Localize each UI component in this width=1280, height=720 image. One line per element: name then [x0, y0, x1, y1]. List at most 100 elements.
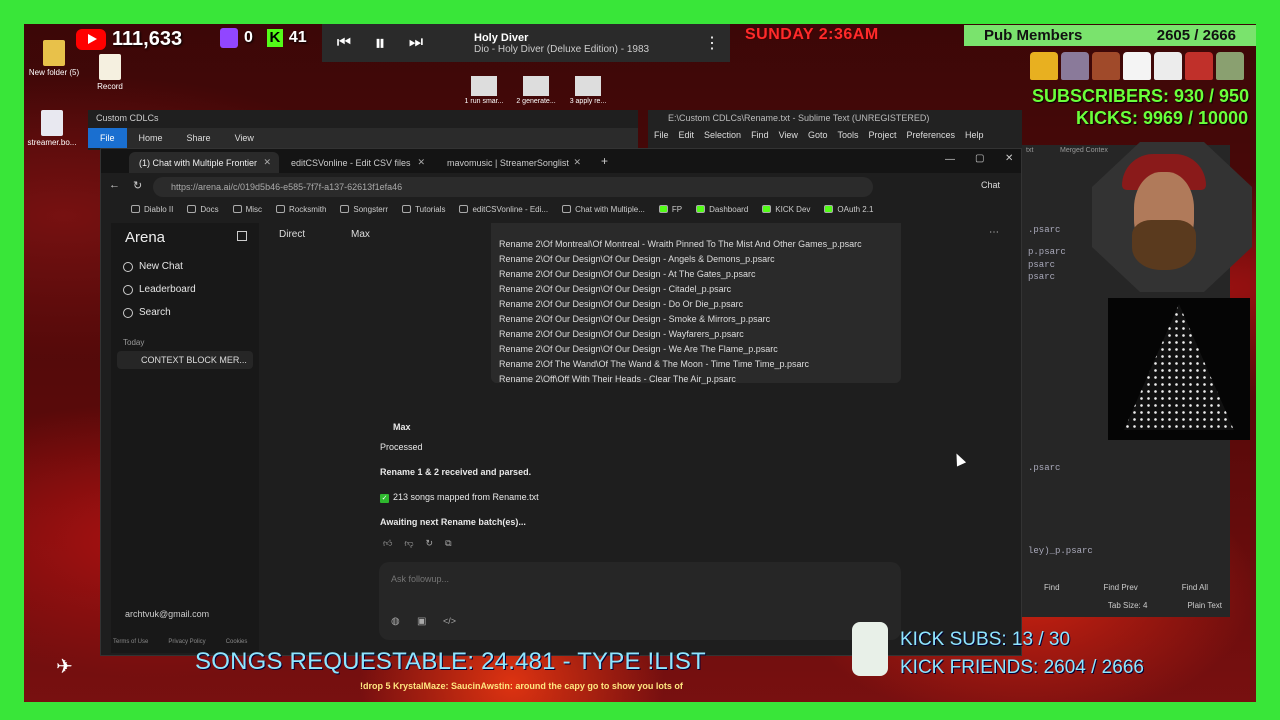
- sublime-tab[interactable]: txt: [1026, 147, 1033, 154]
- regenerate-icon[interactable]: ↻: [426, 538, 434, 549]
- back-icon[interactable]: ←: [109, 179, 120, 191]
- find-prev-button[interactable]: Find Prev: [1104, 583, 1138, 592]
- bookmark[interactable]: editCSVonline - Edi...: [459, 204, 548, 214]
- reply-text: ✓ 213 songs mapped from Rename.txt: [380, 492, 539, 503]
- ribbon-share[interactable]: Share: [175, 133, 223, 143]
- menu-edit[interactable]: Edit: [679, 130, 695, 140]
- bookmark[interactable]: Docs: [187, 204, 219, 214]
- bookmark[interactable]: FP: [658, 204, 682, 214]
- ribbon-view[interactable]: View: [223, 133, 266, 143]
- image-icon[interactable]: ▣: [417, 616, 426, 627]
- desktop-icon-record[interactable]: Record: [80, 54, 140, 91]
- privacy-link[interactable]: Privacy Policy: [168, 639, 205, 645]
- terms-link[interactable]: Terms of Use: [113, 639, 148, 645]
- copy-icon[interactable]: ⧉: [445, 538, 451, 549]
- songs-requestable: SONGS REQUESTABLE: 24.481 - TYPE !LIST: [195, 648, 706, 675]
- status-bar: Tab Size: 4 Plain Text: [1022, 595, 1230, 615]
- thumbs-down-icon[interactable]: 👎︎: [404, 538, 413, 549]
- code-line: Rename 2\Of Our Design\Of Our Design - W…: [499, 344, 778, 354]
- code-line: Rename 2\Off\Off With Their Heads - Clea…: [499, 374, 736, 384]
- folder-icon: [276, 204, 286, 213]
- kick-icon: [696, 204, 706, 213]
- menu-view[interactable]: View: [779, 130, 798, 140]
- new-tab-icon[interactable]: +: [601, 154, 608, 168]
- youtube-stat: 111,633: [76, 24, 196, 54]
- next-track-icon[interactable]: ⏭: [398, 34, 434, 52]
- sidebar-toggle-icon[interactable]: [237, 231, 247, 241]
- more-icon[interactable]: ⋯: [989, 227, 999, 238]
- file-explorer-window[interactable]: Custom CDLCs File Home Share View: [88, 110, 638, 150]
- followup-input[interactable]: [389, 570, 869, 588]
- address-bar[interactable]: https://arena.ai/c/019d5b46-e585-7f7f-a1…: [153, 177, 873, 197]
- tab-editcsv[interactable]: editCSVonline - Edit CSV files onli✕: [281, 152, 433, 173]
- stream-clock: SUNDAY 2:36AM: [745, 26, 879, 43]
- ribbon-home[interactable]: Home: [127, 133, 175, 143]
- close-window-icon[interactable]: ✕: [1005, 153, 1013, 164]
- syntax[interactable]: Plain Text: [1187, 601, 1222, 610]
- new-chat-button[interactable]: New Chat: [123, 261, 183, 272]
- tab-streamersonglist[interactable]: mavomusic | StreamerSonglist ✕: [437, 152, 589, 173]
- taskbar-thumb[interactable]: 2 generate...: [516, 76, 556, 105]
- menu-find[interactable]: Find: [751, 130, 769, 140]
- cookies-link[interactable]: Cookies: [226, 639, 248, 645]
- desktop-icon-new-folder[interactable]: New folder (5): [24, 40, 84, 77]
- menu-help[interactable]: Help: [965, 130, 984, 140]
- bookmark[interactable]: Songsterr: [340, 204, 388, 214]
- minimize-icon[interactable]: —: [945, 154, 955, 165]
- menu-file[interactable]: File: [654, 130, 669, 140]
- account-email[interactable]: archtvuk@gmail.com: [125, 609, 209, 619]
- search-button[interactable]: Search: [123, 307, 171, 318]
- menu-tools[interactable]: Tools: [837, 130, 858, 140]
- webcam-feed: [1092, 142, 1252, 292]
- menu-goto[interactable]: Goto: [808, 130, 828, 140]
- model-selector[interactable]: Max: [351, 229, 370, 240]
- mode-selector[interactable]: Direct: [279, 229, 305, 240]
- find-all-button[interactable]: Find All: [1182, 583, 1208, 592]
- sublime-tab[interactable]: Merged Contex: [1060, 147, 1108, 154]
- globe-icon[interactable]: ◍: [391, 616, 400, 627]
- arena-logo[interactable]: Arena: [125, 229, 165, 246]
- code-line: Rename 2\Of The Wand\Of The Wand & The M…: [499, 359, 809, 369]
- bookmark[interactable]: Misc: [232, 204, 262, 214]
- bookmark[interactable]: Rocksmith: [276, 204, 326, 214]
- chat-main: Direct Max ⋯ Rename 2\Of Montreal\Of Mon…: [259, 223, 1021, 653]
- menu-preferences[interactable]: Preferences: [906, 130, 955, 140]
- previous-track-icon[interactable]: ⏮: [326, 34, 362, 52]
- shirt-icon: [1185, 52, 1213, 80]
- desktop-icon-streamer-bot[interactable]: streamer.bo...: [22, 110, 82, 147]
- close-icon[interactable]: ✕: [573, 157, 589, 168]
- pause-icon[interactable]: ⏸: [362, 30, 398, 56]
- close-icon[interactable]: ✕: [417, 157, 433, 168]
- taskbar-thumb[interactable]: 3 apply re...: [568, 76, 608, 105]
- code-icon[interactable]: </>: [443, 616, 456, 626]
- menu-selection[interactable]: Selection: [704, 130, 741, 140]
- find-button[interactable]: Find: [1044, 583, 1060, 592]
- taskbar-thumb[interactable]: 1 run smar...: [464, 76, 504, 105]
- bookmark[interactable]: KICK Dev: [762, 204, 810, 214]
- reload-icon[interactable]: ↻: [133, 179, 142, 192]
- chat-button[interactable]: Chat: [981, 180, 1015, 194]
- maximize-icon[interactable]: ▢: [975, 153, 984, 164]
- folder-icon: [187, 204, 197, 213]
- thumbs-up-icon[interactable]: 👍︎: [383, 538, 392, 549]
- bookmark[interactable]: OAuth 2.1: [824, 204, 873, 214]
- tab-size[interactable]: Tab Size: 4: [1108, 601, 1148, 610]
- history-item[interactable]: CONTEXT BLOCK MER...: [117, 351, 253, 369]
- bookmarks-bar: Diablo II Docs Misc Rocksmith Songsterr …: [101, 200, 1021, 218]
- bookmark[interactable]: Diablo II: [131, 204, 173, 214]
- kick-subs: KICK SUBS: 13 / 30: [900, 629, 1071, 650]
- bookmark[interactable]: Dashboard: [696, 204, 748, 214]
- find-bar: Find Find Prev Find All: [1022, 577, 1230, 597]
- pub-members-bar: Pub Members 2605 / 2666: [964, 25, 1256, 46]
- subscribers-goal: SUBSCRIBERS: 930 / 950: [1032, 86, 1250, 106]
- tab-arena[interactable]: (1) Chat with Multiple Frontier AI M✕: [129, 152, 279, 173]
- more-vertical-icon[interactable]: ⋮: [694, 33, 730, 53]
- browser-window[interactable]: (1) Chat with Multiple Frontier AI M✕ ed…: [100, 148, 1022, 656]
- bookmark[interactable]: Tutorials: [402, 204, 445, 214]
- ribbon-file[interactable]: File: [88, 128, 127, 148]
- close-icon[interactable]: ✕: [263, 157, 279, 168]
- menu-project[interactable]: Project: [868, 130, 896, 140]
- bookmark[interactable]: Chat with Multiple...: [562, 204, 645, 214]
- leaderboard-button[interactable]: Leaderboard: [123, 284, 196, 295]
- sublime-window[interactable]: E:\Custom CDLCs\Rename.txt - Sublime Tex…: [648, 110, 1022, 150]
